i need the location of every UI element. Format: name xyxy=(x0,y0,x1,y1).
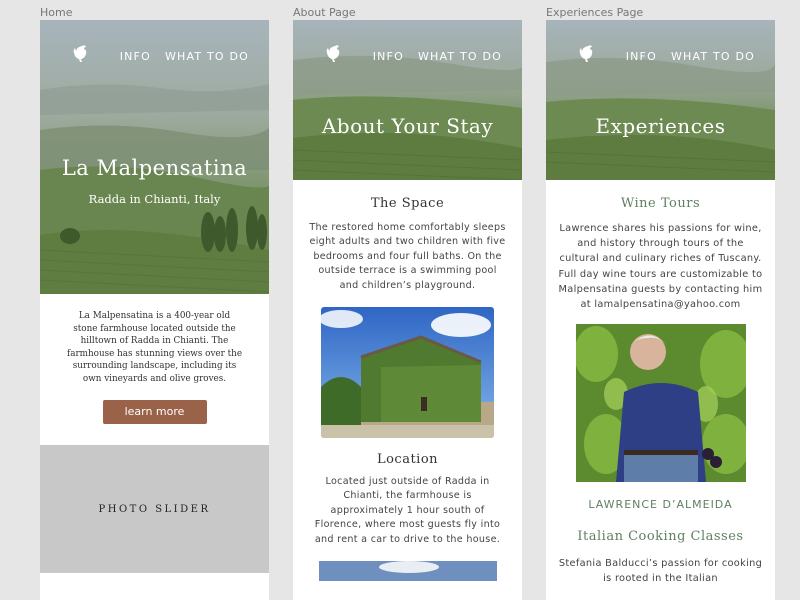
page-subtitle: Radda in Chianti, Italy xyxy=(88,192,221,206)
home-frame: INFO WHAT TO DO La Malpensatina Radda in… xyxy=(40,20,269,600)
cooking-classes-heading: Italian Cooking Classes xyxy=(577,529,744,545)
page-title: About Your Stay xyxy=(321,114,494,138)
home-hero: INFO WHAT TO DO La Malpensatina Radda in… xyxy=(40,20,269,294)
frame-label-about: About Page xyxy=(293,6,356,19)
rooster-logo-icon[interactable] xyxy=(574,42,598,66)
rooster-logo-icon[interactable] xyxy=(321,42,345,66)
page-title: La Malpensatina xyxy=(61,156,248,180)
home-nav: INFO WHAT TO DO xyxy=(40,42,269,72)
space-paragraph: The restored home comfortably sleeps eig… xyxy=(309,222,506,291)
about-hero: INFO WHAT TO DO About Your Stay xyxy=(293,20,522,180)
photo-slider-label: PHOTO SLIDER xyxy=(98,503,211,515)
person-name: LAWRENCE D’ALMEIDA xyxy=(588,498,733,512)
cooking-paragraph: Stefania Balducci’s passion for cooking … xyxy=(558,558,763,585)
learn-more-button[interactable]: learn more xyxy=(102,399,207,424)
photo-slider[interactable]: PHOTO SLIDER xyxy=(40,445,269,573)
page-title: Experiences xyxy=(595,114,726,138)
person-photo xyxy=(575,324,746,483)
nav-what-to-do-link[interactable]: WHAT TO DO xyxy=(418,50,502,63)
intro-paragraph: La Malpensatina is a 400-year old stone … xyxy=(66,311,243,384)
location-heading: Location xyxy=(376,452,439,468)
experiences-nav: INFO WHAT TO DO xyxy=(546,42,775,72)
rooster-logo-icon[interactable] xyxy=(68,42,92,66)
nav-info-link[interactable]: INFO xyxy=(120,50,151,63)
about-nav: INFO WHAT TO DO xyxy=(293,42,522,72)
experiences-frame: INFO WHAT TO DO Experiences Wine Tours L… xyxy=(546,20,775,600)
wine-tours-paragraph: Lawrence shares his passions for wine, a… xyxy=(558,223,763,311)
wine-tours-heading: Wine Tours xyxy=(620,196,701,211)
location-image xyxy=(318,561,497,582)
nav-info-link[interactable]: INFO xyxy=(373,50,404,63)
about-frame: INFO WHAT TO DO About Your Stay The Spac… xyxy=(293,20,522,600)
experiences-hero: INFO WHAT TO DO Experiences xyxy=(546,20,775,180)
frame-label-home: Home xyxy=(40,6,73,19)
nav-what-to-do-link[interactable]: WHAT TO DO xyxy=(671,50,755,63)
space-heading: The Space xyxy=(370,196,445,211)
location-paragraph: Located just outside of Radda in Chianti… xyxy=(314,476,501,545)
farmhouse-image xyxy=(321,307,494,439)
frame-label-experiences: Experiences Page xyxy=(546,6,644,19)
nav-info-link[interactable]: INFO xyxy=(626,50,657,63)
nav-what-to-do-link[interactable]: WHAT TO DO xyxy=(165,50,249,63)
